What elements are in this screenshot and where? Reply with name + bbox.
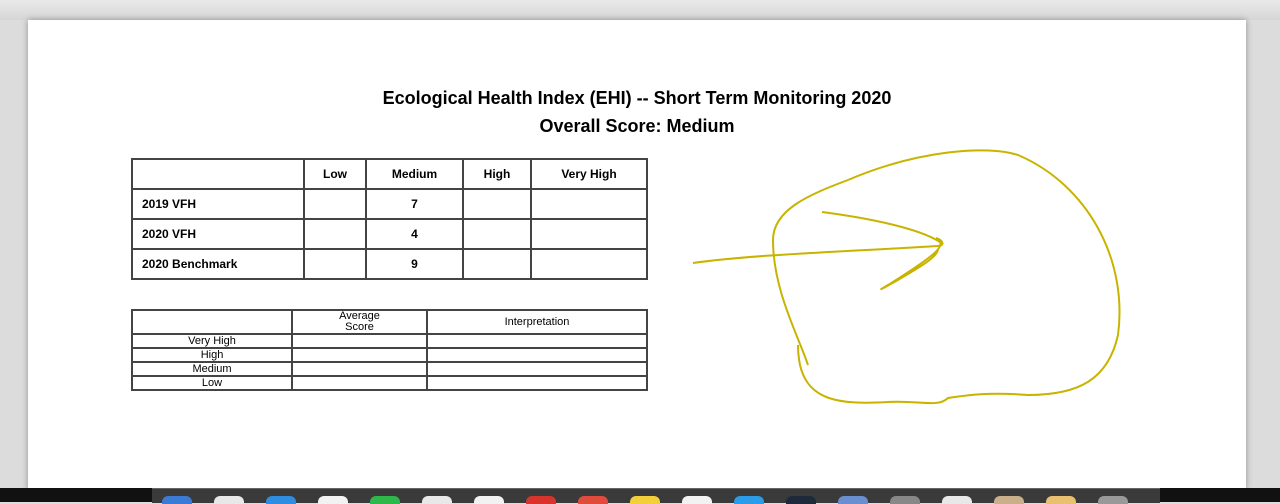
annotation-arrow-shaft [692, 237, 944, 264]
dock-app-icon[interactable] [1046, 496, 1076, 504]
cell-medium: 4 [365, 218, 464, 250]
table-row: 2019 VFH 7 [131, 188, 648, 220]
score-col-header: Low [303, 158, 367, 190]
dock-app-icon[interactable] [266, 496, 296, 504]
dock-app-icon[interactable] [526, 496, 556, 504]
dock-app-icon[interactable] [734, 496, 764, 504]
row-label: 2019 VFH [131, 188, 305, 220]
row-label: 2020 Benchmark [131, 248, 305, 280]
table-row: High [131, 347, 648, 363]
window-top-bar [0, 0, 1280, 20]
dock-app-icon[interactable] [890, 496, 920, 504]
average-score-label: Average Score [339, 310, 380, 333]
cell-interpretation [426, 361, 648, 377]
cell-medium: 7 [365, 188, 464, 220]
score-col-header [131, 158, 305, 190]
table-row: Medium [131, 361, 648, 377]
row-label: Low [131, 375, 293, 391]
table-row: Low [131, 375, 648, 391]
interp-col-header: Interpretation [426, 309, 648, 335]
dock-app-icon[interactable] [162, 496, 192, 504]
cell-interpretation [426, 333, 648, 349]
interpretation-table: Average Score Interpretation Very High H… [131, 309, 648, 391]
interp-col-header [131, 309, 293, 335]
cell-average [291, 347, 428, 363]
cell-average [291, 361, 428, 377]
interp-col-header: Average Score [291, 309, 428, 335]
dock-app-icon[interactable] [630, 496, 660, 504]
row-label: Medium [131, 361, 293, 377]
score-col-header: Very High [530, 158, 648, 190]
cell-high [462, 188, 532, 220]
score-col-header: High [462, 158, 532, 190]
dock [0, 488, 1280, 504]
document-page: Ecological Health Index (EHI) -- Short T… [28, 20, 1246, 490]
cell-low [303, 218, 367, 250]
dock-app-icon[interactable] [318, 496, 348, 504]
cell-low [303, 188, 367, 220]
overall-score: Overall Score: Medium [539, 116, 735, 136]
hand-drawn-arrow-annotation [692, 149, 1121, 405]
score-col-header: Medium [365, 158, 464, 190]
dock-app-icon[interactable] [994, 496, 1024, 504]
dock-app-icon[interactable] [682, 496, 712, 504]
table-row: Very High [131, 333, 648, 349]
cell-high [462, 248, 532, 280]
cell-average [291, 333, 428, 349]
cell-interpretation [426, 347, 648, 363]
dock-app-icon[interactable] [1098, 496, 1128, 504]
dock-app-icon[interactable] [838, 496, 868, 504]
cell-very-high [530, 188, 648, 220]
dock-app-icon[interactable] [942, 496, 972, 504]
annotation-loop [771, 149, 1121, 405]
row-label: High [131, 347, 293, 363]
table-row: 2020 Benchmark 9 [131, 248, 648, 280]
interpretation-table-header: Average Score Interpretation [131, 309, 648, 335]
score-table: Low Medium High Very High 2019 VFH 7 202… [131, 158, 648, 280]
dock-shelf [152, 488, 1160, 504]
cell-high [462, 218, 532, 250]
dock-app-icon[interactable] [786, 496, 816, 504]
dock-app-icon[interactable] [370, 496, 400, 504]
row-label: 2020 VFH [131, 218, 305, 250]
score-table-header: Low Medium High Very High [131, 158, 648, 190]
table-row: 2020 VFH 4 [131, 218, 648, 250]
cell-very-high [530, 248, 648, 280]
cell-very-high [530, 218, 648, 250]
dock-app-icon[interactable] [578, 496, 608, 504]
cell-low [303, 248, 367, 280]
dock-app-icon[interactable] [422, 496, 452, 504]
row-label: Very High [131, 333, 293, 349]
document-title: Ecological Health Index (EHI) -- Short T… [382, 88, 892, 108]
cell-interpretation [426, 375, 648, 391]
cell-medium: 9 [365, 248, 464, 280]
dock-app-icon[interactable] [214, 496, 244, 504]
cell-average [291, 375, 428, 391]
dock-app-icon[interactable] [474, 496, 504, 504]
